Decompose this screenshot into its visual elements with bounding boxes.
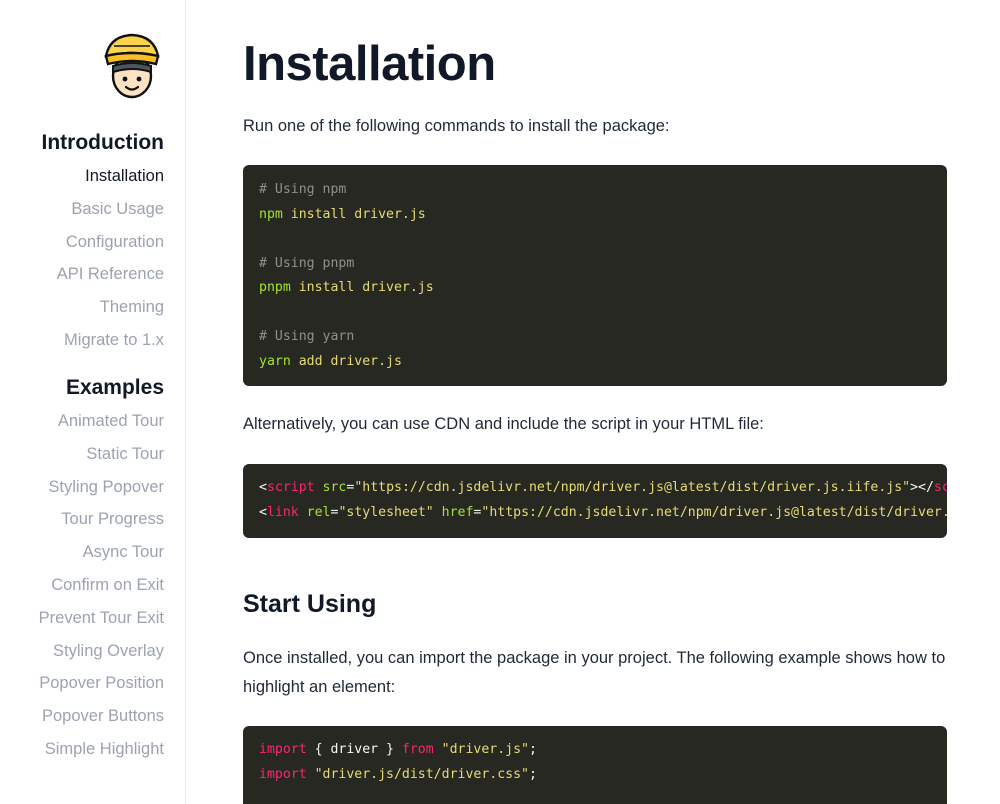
page-title: Installation — [243, 37, 496, 91]
nav-item-animated-tour[interactable]: Animated Tour — [39, 405, 164, 438]
intro-paragraph: Run one of the following commands to ins… — [243, 117, 670, 135]
nav-item-prevent-tour-exit[interactable]: Prevent Tour Exit — [39, 602, 164, 635]
code-attr-value: "stylesheet" — [338, 504, 434, 520]
code-identifier: { driver } — [306, 742, 402, 757]
nav-item-static-tour[interactable]: Static Tour — [39, 438, 164, 471]
code-line-script-tag: <script src="https://cdn.jsdelivr.net/np… — [259, 476, 947, 501]
nav-item-tour-progress[interactable]: Tour Progress — [39, 503, 164, 536]
nav-section-examples: Examples Animated Tour Static Tour Styli… — [39, 370, 164, 766]
driver-mascot-logo-icon[interactable] — [100, 32, 164, 100]
code-tag-name: link — [266, 504, 299, 520]
code-attr-value: "https://cdn.jsdelivr.net/npm/driver.js@… — [481, 504, 947, 520]
nav-item-styling-overlay[interactable]: Styling Overlay — [39, 635, 164, 668]
code-string: "driver.js" — [441, 742, 529, 757]
code-args-npm: install driver.js — [282, 206, 426, 222]
nav-item-simple-highlight[interactable]: Simple Highlight — [39, 733, 164, 766]
nav-section-introduction: Introduction Installation Basic Usage Co… — [42, 125, 164, 357]
code-punct: < — [259, 480, 267, 495]
code-line-import-driver: import { driver } from "driver.js"; — [259, 738, 931, 763]
code-comment-yarn: # Using yarn — [259, 329, 355, 344]
code-cmd-pnpm: pnpm — [259, 280, 291, 295]
code-punct: ; — [528, 766, 537, 782]
nav-item-popover-position[interactable]: Popover Position — [39, 667, 164, 700]
nav-item-configuration[interactable]: Configuration — [42, 226, 164, 259]
import-code-block[interactable]: import { driver } from "driver.js"; impo… — [243, 726, 947, 804]
nav-item-popover-buttons[interactable]: Popover Buttons — [39, 700, 164, 733]
code-string: "driver.js/dist/driver.css" — [314, 766, 529, 782]
code-args-pnpm: install driver.js — [290, 280, 434, 295]
start-using-heading: Start Using — [243, 590, 377, 618]
code-line-npm: npm install driver.js — [259, 203, 931, 228]
code-keyword: from — [401, 742, 434, 757]
nav-heading-examples: Examples — [65, 376, 164, 399]
nav-item-installation[interactable]: Installation — [42, 160, 164, 193]
code-keyword: import — [259, 766, 307, 782]
install-code-block[interactable]: # Using npm npm install driver.js # Usin… — [243, 165, 947, 386]
code-line-link-tag: <link rel="stylesheet" href="https://cdn… — [259, 501, 947, 526]
nav-heading-introduction: Introduction — [41, 131, 164, 154]
start-using-paragraph: Once installed, you can import the packa… — [243, 649, 946, 696]
code-comment-npm: # Using npm — [259, 182, 347, 197]
nav-item-styling-popover[interactable]: Styling Popover — [39, 471, 164, 504]
code-tag-name: script> — [933, 480, 947, 495]
nav-item-theming[interactable]: Theming — [42, 291, 164, 324]
sidebar: Introduction Installation Basic Usage Co… — [0, 0, 186, 804]
code-line-import-css: import "driver.js/dist/driver.css"; — [259, 763, 931, 788]
code-args-yarn: add driver.js — [290, 353, 402, 369]
nav-item-async-tour[interactable]: Async Tour — [39, 536, 164, 569]
code-tag-name: script — [266, 480, 315, 495]
code-line-pnpm: pnpm install driver.js — [259, 276, 931, 301]
code-cmd-yarn: yarn — [259, 353, 291, 369]
code-comment-pnpm: # Using pnpm — [259, 255, 355, 271]
code-attr-name: href — [433, 504, 474, 520]
code-attr-name: src — [314, 480, 347, 495]
nav-item-api-reference[interactable]: API Reference — [42, 258, 164, 291]
code-attr-value: "https://cdn.jsdelivr.net/npm/driver.js@… — [354, 480, 911, 495]
code-line-yarn: yarn add driver.js — [259, 350, 931, 375]
code-cmd-npm: npm — [259, 206, 283, 222]
code-attr-name: rel — [298, 504, 331, 520]
nav-item-migrate[interactable]: Migrate to 1.x — [42, 324, 164, 357]
code-punct: ></ — [910, 480, 934, 495]
nav-item-confirm-on-exit[interactable]: Confirm on Exit — [39, 569, 164, 602]
code-keyword: import — [259, 742, 307, 757]
code-punct: < — [259, 504, 267, 520]
cdn-code-block[interactable]: <script src="https://cdn.jsdelivr.net/np… — [243, 464, 947, 538]
code-punct: ; — [528, 742, 537, 757]
cdn-paragraph: Alternatively, you can use CDN and inclu… — [243, 415, 764, 433]
nav-item-basic-usage[interactable]: Basic Usage — [42, 193, 164, 226]
